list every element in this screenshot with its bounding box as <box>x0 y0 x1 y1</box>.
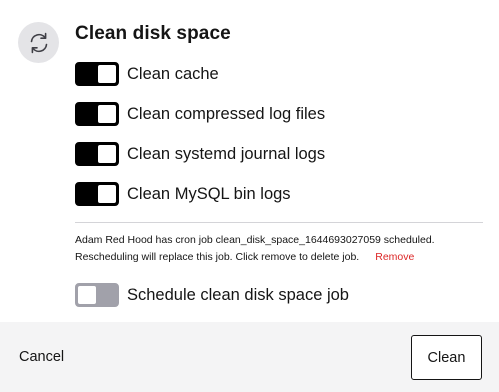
toggle-knob <box>98 185 116 203</box>
clean-mysql-bin-logs-toggle[interactable] <box>75 182 119 206</box>
toggle-knob <box>98 145 116 163</box>
cron-note-line-2: Rescheduling will replace this job. Clic… <box>75 251 360 263</box>
cron-note-line-1: Adam Red Hood has cron job clean_disk_sp… <box>75 234 435 246</box>
cron-note-line-2-row: Rescheduling will replace this job. Clic… <box>75 249 475 266</box>
option-label: Clean cache <box>127 64 219 83</box>
refresh-icon <box>18 22 59 63</box>
clean-button[interactable]: Clean <box>411 335 482 380</box>
option-label: Clean systemd journal logs <box>127 144 326 163</box>
option-clean-cache: Clean cache <box>75 62 219 86</box>
option-label: Clean MySQL bin logs <box>127 184 291 203</box>
option-schedule-job: Schedule clean disk space job <box>75 283 349 307</box>
dialog-footer: Cancel Clean <box>0 322 499 392</box>
toggle-knob <box>78 286 96 304</box>
clean-journal-logs-toggle[interactable] <box>75 142 119 166</box>
remove-cron-link[interactable]: Remove <box>375 251 414 263</box>
toggle-knob <box>98 65 116 83</box>
option-label: Clean compressed log files <box>127 104 326 123</box>
toggle-knob <box>98 105 116 123</box>
option-clean-mysql-bin-logs: Clean MySQL bin logs <box>75 182 291 206</box>
cancel-button[interactable]: Cancel <box>19 349 64 365</box>
option-clean-compressed-logs: Clean compressed log files <box>75 102 325 126</box>
option-clean-journal-logs: Clean systemd journal logs <box>75 142 325 166</box>
clean-cache-toggle[interactable] <box>75 62 119 86</box>
clean-compressed-logs-toggle[interactable] <box>75 102 119 126</box>
divider <box>75 222 483 223</box>
clean-disk-space-dialog: Clean disk space Clean cache Clean compr… <box>0 0 499 392</box>
schedule-job-toggle[interactable] <box>75 283 119 307</box>
cron-job-note: Adam Red Hood has cron job clean_disk_sp… <box>75 232 475 266</box>
dialog-title: Clean disk space <box>75 23 231 44</box>
option-label: Schedule clean disk space job <box>127 285 349 304</box>
